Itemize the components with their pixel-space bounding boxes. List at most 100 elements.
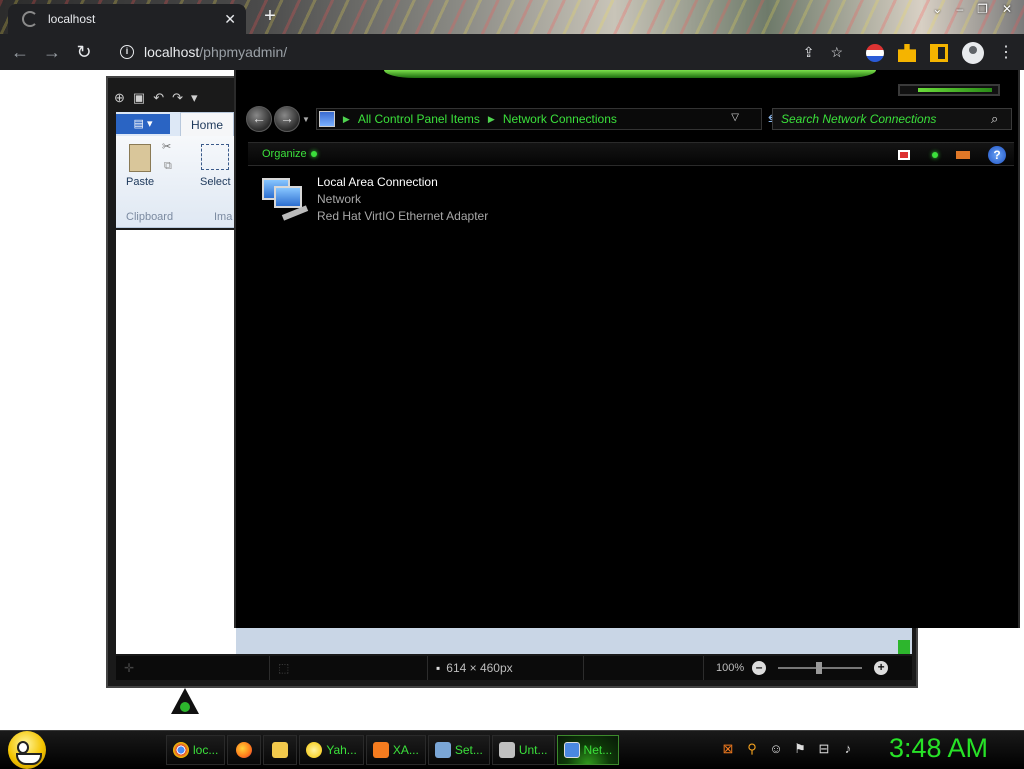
connection-name: Local Area Connection	[317, 175, 438, 189]
search-input[interactable]	[781, 112, 991, 126]
paint-app-icon[interactable]: ⊕	[114, 90, 125, 106]
task-label: XA...	[392, 743, 419, 757]
address-row: ← → ▼ ▶ All Control Panel Items ▶ Networ…	[246, 104, 1012, 134]
zoom-in-button[interactable]: +	[874, 661, 889, 675]
messenger-tray-icon[interactable]: ☺	[768, 741, 784, 757]
taskbar-item-firefox[interactable]	[227, 735, 262, 765]
browser-menu-icon[interactable]: ⋮	[998, 42, 1014, 62]
view-options-dot-icon[interactable]	[932, 152, 938, 158]
customize-qat-icon[interactable]: ▾	[191, 90, 198, 106]
share-icon[interactable]: ⇪	[803, 44, 815, 61]
breadcrumb-separator[interactable]: ▶	[488, 114, 495, 125]
network-tray-icon[interactable]: ⊟	[816, 741, 832, 757]
preview-pane-icon[interactable]	[956, 151, 970, 159]
action-center-flag-icon[interactable]: ⚑	[792, 741, 808, 757]
volume-icon[interactable]: ♪	[840, 741, 856, 757]
breadcrumb[interactable]: ▶ All Control Panel Items ▶ Network Conn…	[315, 108, 762, 130]
select-button[interactable]: Select	[200, 144, 231, 188]
reload-button[interactable]: ↻	[72, 40, 96, 64]
search-tray-icon[interactable]: ⚲	[744, 741, 760, 757]
taskbar-item-paint[interactable]: Unt...	[491, 735, 555, 765]
control-panel-icon	[318, 111, 335, 127]
zoom-level: 100%	[716, 662, 745, 674]
paste-button[interactable]: Paste	[126, 144, 154, 188]
taskbar-item-explorer[interactable]	[263, 735, 298, 765]
copy-icon[interactable]: ⧉	[164, 160, 172, 173]
bookmark-star-icon[interactable]: ☆	[830, 44, 843, 61]
undo-icon[interactable]: ↶	[153, 90, 164, 106]
folder-icon	[272, 742, 289, 758]
taskbar-item-network[interactable]: Net...	[556, 735, 620, 765]
paint-icon	[498, 742, 515, 758]
taskbar-item-settings[interactable]: Set...	[427, 735, 490, 765]
quick-access-toolbar: ⊕ ▣ ↶ ↷ ▾	[114, 90, 198, 106]
window-caption-buttons[interactable]	[898, 84, 1000, 96]
search-icon[interactable]: ⌕	[991, 111, 998, 127]
dropdown-dot-icon	[310, 151, 317, 158]
redo-icon[interactable]: ↷	[172, 90, 183, 106]
command-bar-actions: ?	[898, 146, 1006, 164]
zoom-out-button[interactable]: –	[752, 661, 767, 675]
yahoo-icon	[306, 742, 323, 758]
minimize-button[interactable]: –	[956, 2, 963, 16]
selection-size-cell: ⬚	[270, 656, 428, 680]
taskbar-item-chrome[interactable]: loc...	[166, 735, 226, 765]
side-panel-icon[interactable]	[930, 44, 948, 62]
xampp-tray-icon[interactable]: ⊠	[720, 741, 736, 757]
clipboard-group-label: Clipboard	[126, 211, 174, 223]
resize-handle[interactable]	[898, 640, 910, 654]
profile-avatar[interactable]	[962, 42, 984, 64]
browser-tab[interactable]: localhost ✕	[8, 4, 246, 34]
image-size-icon: ▪	[436, 661, 441, 675]
taskbar: loc... Yah... XA... Set... Unt... Net...	[0, 730, 1024, 769]
select-label: Select	[200, 176, 231, 188]
connection-adapter: Red Hat VirtIO Ethernet Adapter	[317, 209, 489, 223]
save-icon[interactable]: ▣	[133, 90, 145, 106]
flag-extension-icon[interactable]	[866, 44, 884, 62]
start-button[interactable]	[8, 731, 46, 769]
url-path: /phpmyadmin/	[199, 44, 288, 60]
taskbar-item-yahoo[interactable]: Yah...	[299, 735, 364, 765]
help-icon[interactable]: ?	[988, 146, 1006, 164]
forward-button[interactable]: →	[40, 40, 64, 64]
file-menu-button[interactable]: ▤ ▾	[116, 114, 170, 134]
recent-pages-dropdown[interactable]: ▼	[302, 115, 310, 124]
window-controls: ⌄ – ❐ ✕	[932, 2, 1012, 16]
cursor-position-cell: ✛	[116, 656, 270, 680]
clock[interactable]: 3:48 AM	[889, 733, 988, 764]
address-dropdown-icon[interactable]: ▽	[731, 112, 739, 123]
back-button[interactable]: ←	[8, 40, 32, 64]
close-window-button[interactable]: ✕	[1002, 2, 1012, 16]
window-top-glow	[384, 70, 876, 78]
task-label: Yah...	[326, 743, 357, 757]
tab-search-icon[interactable]: ⌄	[932, 2, 942, 16]
extensions-puzzle-icon[interactable]	[898, 44, 916, 62]
task-label: loc...	[193, 743, 219, 757]
address-bar[interactable]: i localhost/phpmyadmin/ ⇪ ☆	[110, 38, 855, 66]
network-icon	[563, 742, 580, 758]
list-item[interactable]: Local Area Connection Network Red Hat Vi…	[260, 174, 488, 225]
zoom-slider[interactable]	[778, 662, 863, 674]
new-tab-button[interactable]: +	[258, 5, 282, 29]
xampp-icon	[372, 742, 389, 758]
restore-button[interactable]: ❐	[977, 2, 988, 16]
clipboard-icon	[129, 144, 152, 172]
search-box[interactable]: ⌕	[772, 108, 1012, 130]
close-tab-icon[interactable]: ✕	[224, 11, 236, 28]
forward-nav-button[interactable]: →	[274, 106, 300, 132]
url-text[interactable]: localhost/phpmyadmin/	[144, 44, 287, 60]
change-view-icon[interactable]	[898, 150, 910, 160]
tab-home[interactable]: Home	[180, 112, 234, 136]
back-nav-button[interactable]: ←	[246, 106, 272, 132]
breadcrumb-all-control-panel-items[interactable]: All Control Panel Items	[358, 112, 480, 126]
network-connections-window: ← → ▼ ▶ All Control Panel Items ▶ Networ…	[234, 70, 1020, 628]
taskbar-item-xampp[interactable]: XA...	[365, 735, 426, 765]
organize-button[interactable]: Organize	[262, 148, 317, 160]
info-icon[interactable]: i	[120, 45, 134, 59]
paint-canvas[interactable]	[116, 230, 236, 654]
breadcrumb-network-connections[interactable]: Network Connections	[503, 112, 617, 126]
chrome-icon	[173, 742, 189, 758]
cut-icon[interactable]: ✂	[162, 140, 171, 153]
breadcrumb-separator[interactable]: ▶	[343, 114, 350, 125]
tab-title: localhost	[48, 12, 96, 26]
